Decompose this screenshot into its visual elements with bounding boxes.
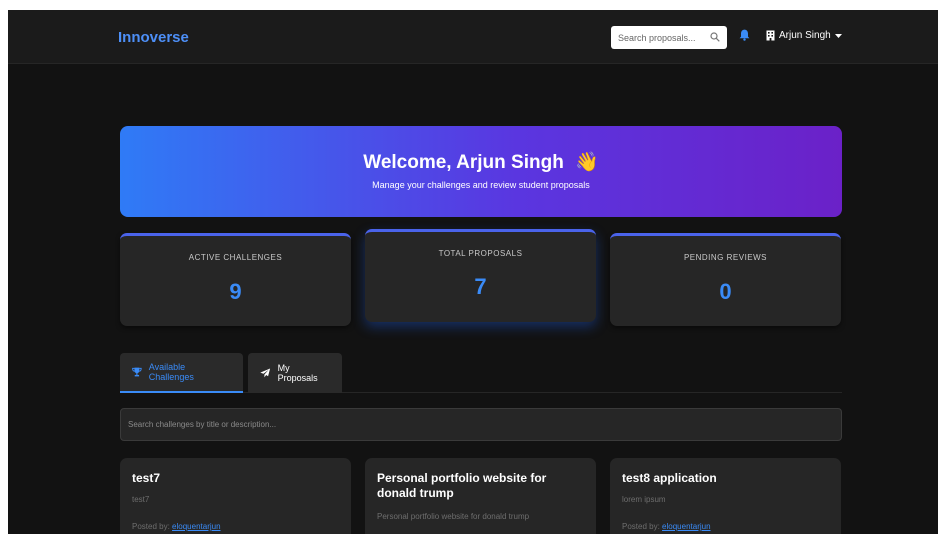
posted-by-label: Posted by:: [132, 522, 170, 531]
stat-card-pending-reviews: PENDING REVIEWS 0: [610, 233, 841, 326]
navbar: Innoverse Arjun Singh: [8, 10, 938, 64]
tab-my-proposals[interactable]: My Proposals: [248, 353, 342, 393]
caret-down-icon: [834, 33, 842, 38]
welcome-text: Welcome, Arjun Singh: [363, 152, 564, 173]
user-name: Arjun Singh: [779, 30, 831, 41]
stat-label: TOTAL PROPOSALS: [438, 249, 523, 258]
trophy-icon: [132, 367, 142, 377]
stat-card-total-proposals: TOTAL PROPOSALS 7: [365, 229, 596, 322]
author-link[interactable]: eloquentarjun: [172, 522, 220, 531]
author-link[interactable]: eloquentarjun: [662, 522, 710, 531]
challenge-description: Personal portfolio website for donald tr…: [377, 512, 530, 521]
challenge-title[interactable]: test8 application: [622, 471, 827, 486]
search-icon[interactable]: [710, 32, 720, 42]
challenge-description: lorem ipsum: [622, 495, 666, 504]
challenge-posted-by: Posted by: eloquentarjun: [622, 522, 711, 531]
tab-available-challenges[interactable]: Available Challenges: [120, 353, 243, 393]
challenge-posted-by: Posted by: eloquentarjun: [132, 522, 221, 531]
challenge-search: [120, 408, 842, 441]
challenge-card[interactable]: Personal portfolio website for donald tr…: [365, 458, 596, 534]
welcome-banner: Welcome, Arjun Singh 👋 Manage your chall…: [120, 126, 842, 217]
stat-label: PENDING REVIEWS: [683, 253, 768, 262]
stat-value: 0: [719, 279, 732, 304]
posted-by-label: Posted by:: [622, 522, 660, 531]
user-menu[interactable]: Arjun Singh: [766, 30, 842, 41]
tab-label: Available Challenges: [148, 362, 194, 382]
building-icon: [766, 30, 775, 41]
welcome-subtitle: Manage your challenges and review studen…: [372, 180, 590, 190]
stat-card-active-challenges: ACTIVE CHALLENGES 9: [120, 233, 351, 326]
paper-plane-icon: [260, 368, 271, 378]
challenge-title[interactable]: test7: [132, 471, 337, 486]
app-window: Innoverse Arjun Singh: [8, 10, 938, 534]
challenge-description: test7: [132, 495, 150, 504]
welcome-title: Welcome, Arjun Singh 👋: [120, 150, 842, 174]
bell-icon[interactable]: [739, 29, 750, 41]
challenge-search-input[interactable]: [121, 409, 841, 440]
stat-label: ACTIVE CHALLENGES: [188, 253, 283, 262]
stat-value: 7: [474, 274, 487, 299]
challenge-card[interactable]: test8 application lorem ipsum Posted by:…: [610, 458, 841, 534]
wave-icon: 👋: [575, 152, 599, 173]
stat-value: 9: [229, 279, 242, 304]
proposal-search: [611, 26, 727, 49]
challenge-title[interactable]: Personal portfolio website for donald tr…: [377, 471, 582, 501]
proposal-search-input[interactable]: [611, 26, 706, 49]
challenge-card[interactable]: test7 test7 Posted by: eloquentarjun: [120, 458, 351, 534]
tab-label: My Proposals: [277, 363, 318, 383]
tab-bar: Available Challenges My Proposals: [120, 353, 842, 393]
brand-logo[interactable]: Innoverse: [118, 29, 189, 46]
